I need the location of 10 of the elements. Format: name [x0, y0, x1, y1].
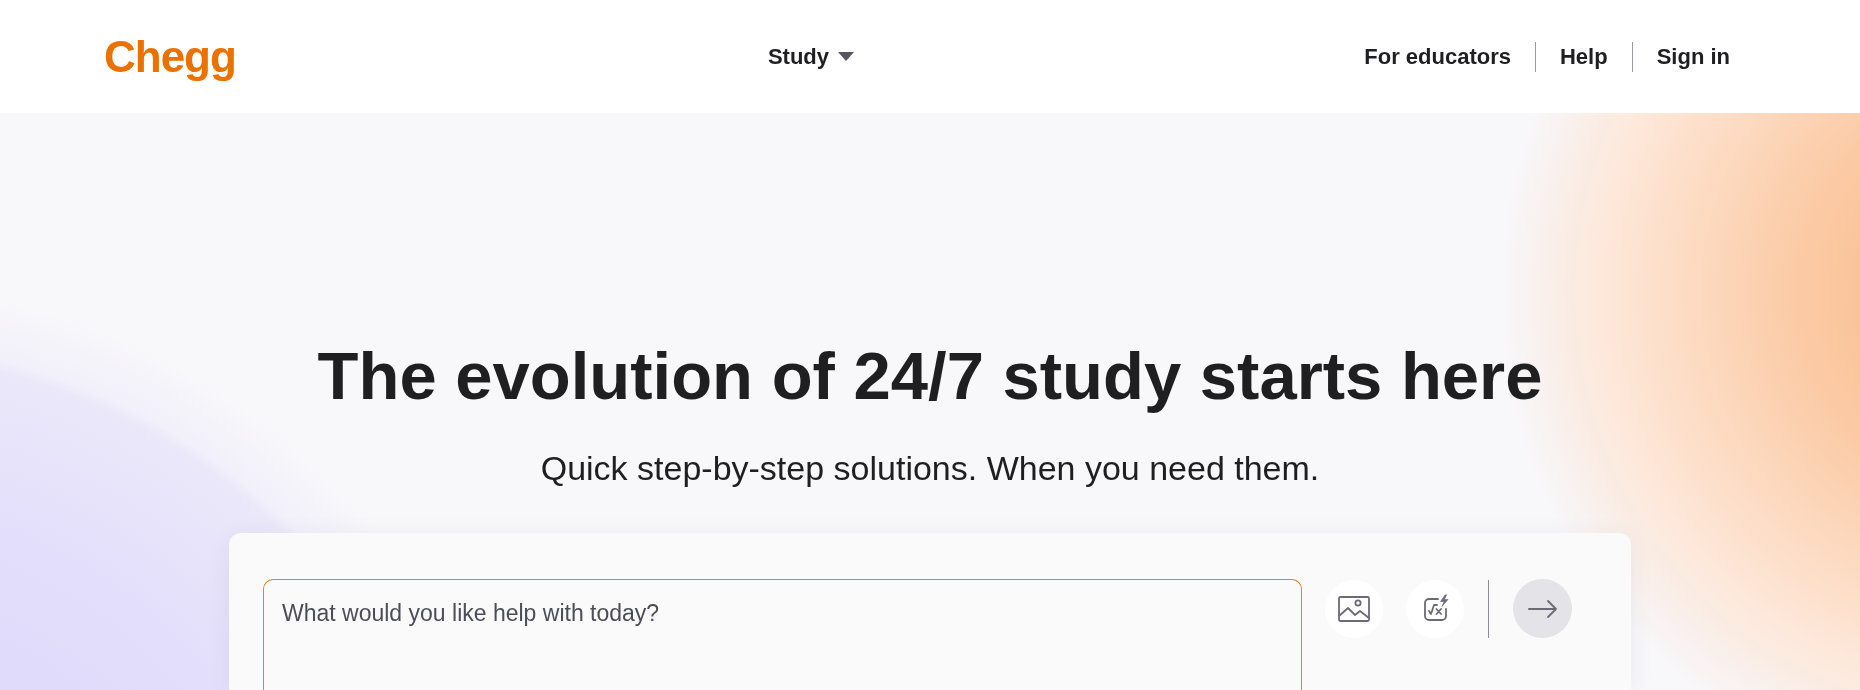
caret-icon — [838, 52, 854, 61]
nav-link[interactable]: Sign in — [1656, 43, 1730, 70]
nav-link[interactable]: For educators — [1364, 43, 1511, 70]
image-icon — [1337, 595, 1370, 622]
dropdown-menu-button[interactable]: Study — [767, 43, 854, 70]
arrow-right-icon — [1527, 599, 1558, 618]
hero-heading: The evolution of 24/7 study starts here — [317, 337, 1543, 415]
question-field[interactable]: What would you like help with today? — [263, 579, 1302, 690]
hero-subheading: Quick step-by-step solutions. When you need them. — [540, 448, 1320, 488]
nav-link[interactable]: Help — [1560, 43, 1608, 70]
